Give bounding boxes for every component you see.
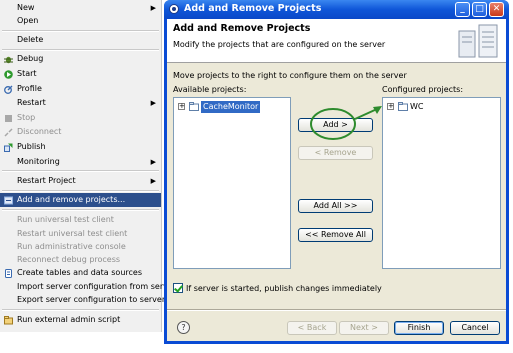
project-icon [189,102,199,111]
eclipse-icon [169,4,179,14]
menu-separator [2,170,159,172]
menu-item-publish[interactable]: Publish [0,140,161,154]
project-name: CacheMonitor [201,101,261,113]
menu-item-run-universal-test-client[interactable]: Run universal test client [0,213,161,227]
disconnect-icon [4,128,13,137]
cancel-button[interactable]: Cancel [450,321,500,335]
menu-item-profile[interactable]: Profile [0,82,161,96]
remove-button[interactable]: < Remove [298,146,373,160]
next-button[interactable]: Next > [339,321,389,335]
menu-item-start[interactable]: Start [0,67,161,81]
menu-item-label: Reconnect debug process [17,255,121,264]
menu-item-label: Run external admin script [17,315,121,324]
menu-item-run-administrative-console[interactable]: Run administrative console [0,240,161,254]
menu-item-label: Restart Project [17,176,76,185]
menu-item-restart-universal-test-client[interactable]: Restart universal test client [0,227,161,241]
submenu-arrow-icon: ▶ [150,4,156,12]
menu-item-monitoring[interactable]: Monitoring ▶ [0,155,161,169]
maximize-button[interactable]: □ [472,2,487,17]
dialog-client-area: Add and Remove Projects Modify the proje… [167,19,506,341]
submenu-arrow-icon: ▶ [150,177,156,185]
menu-item-label: Open [17,16,39,25]
menu-item-stop[interactable]: Stop [0,111,161,125]
menu-item-run-external-admin-script[interactable]: Run external admin script [0,313,161,327]
available-projects-list[interactable]: + CacheMonitor [173,97,291,269]
configured-projects-list[interactable]: + WC [382,97,501,269]
profile-icon [4,85,13,94]
menu-item-label: Monitoring [17,157,60,166]
submenu-arrow-icon: ▶ [150,158,156,166]
menu-item-label: Start [17,69,37,78]
minimize-button[interactable]: _ [455,2,470,17]
menu-separator [2,49,159,51]
menu-item-label: Delete [17,35,44,44]
available-projects-label: Available projects: [173,85,247,94]
wizard-title: Add and Remove Projects [173,23,311,34]
add-remove-projects-icon [4,196,13,205]
menu-item-reconnect-debug-process[interactable]: Reconnect debug process [0,253,161,267]
add-all-button[interactable]: Add All >> [298,199,373,213]
remove-all-button[interactable]: << Remove All [298,228,373,242]
publish-icon [4,143,13,152]
expand-icon[interactable]: + [178,103,185,110]
menu-separator [2,209,159,211]
menu-item-label: Create tables and data sources [17,268,142,277]
project-name: WC [410,102,424,111]
menu-item-label: Add and remove projects... [17,195,126,204]
help-icon[interactable]: ? [177,321,190,334]
highlight-annotation [310,106,382,140]
menu-separator [2,30,159,32]
finish-button[interactable]: Finish [394,321,444,335]
add-remove-projects-dialog: Add and Remove Projects _ □ ✕ Add and Re… [164,0,509,344]
menu-item-create-tables[interactable]: Create tables and data sources [0,266,161,280]
menu-item-label: Run administrative console [17,242,126,251]
admin-script-icon [4,316,13,325]
database-icon [5,269,12,278]
menu-item-delete[interactable]: Delete [0,33,161,47]
menu-item-label: Restart universal test client [17,229,128,238]
menu-item-label: Import server configuration from server [17,282,177,291]
project-icon [398,102,408,111]
list-item[interactable]: + CacheMonitor [178,101,288,113]
submenu-arrow-icon: ▶ [150,99,156,107]
back-button[interactable]: < Back [287,321,337,335]
configured-projects-label: Configured projects: [382,85,464,94]
menu-item-label: New [17,3,35,12]
menu-item-debug[interactable]: Debug [0,52,161,66]
dialog-titlebar[interactable]: Add and Remove Projects _ □ ✕ [164,0,509,19]
context-menu: New ▶ Open Delete Debug Start Profile Re… [0,0,176,332]
menu-item-label: Restart [17,98,46,107]
menu-item-label: Debug [17,54,44,63]
menu-item-open[interactable]: Open [0,14,161,28]
menu-separator [2,309,159,311]
menu-item-import-server-configuration[interactable]: Import server configuration from server [0,280,176,294]
instruction-text: Move projects to the right to configure … [173,71,407,80]
menu-item-new[interactable]: New ▶ [0,1,161,15]
menu-item-label: Run universal test client [17,215,114,224]
menu-item-label: Profile [17,84,42,93]
menu-item-label: Stop [17,113,36,122]
dialog-title: Add and Remove Projects [184,3,322,14]
publish-immediately-label: If server is started, publish changes im… [186,284,382,293]
close-button[interactable]: ✕ [489,2,504,17]
debug-bug-icon [4,56,13,64]
server-graphic-icon [458,24,498,58]
menu-item-export-server-configuration[interactable]: Export server configuration to server [0,293,165,307]
footer-divider [167,309,506,311]
list-item[interactable]: + WC [387,101,497,113]
menu-separator [2,190,159,192]
publish-immediately-checkbox[interactable] [173,283,183,293]
menu-item-restart-project[interactable]: Restart Project ▶ [0,174,161,188]
menu-item-restart[interactable]: Restart ▶ [0,96,161,110]
wizard-subtitle: Modify the projects that are configured … [173,40,386,49]
wizard-header: Add and Remove Projects Modify the proje… [167,19,506,63]
start-run-icon [4,70,13,79]
stop-icon [5,115,12,122]
menu-item-label: Export server configuration to server [17,295,166,304]
menu-item-label: Publish [17,142,46,151]
menu-item-add-remove-projects[interactable]: Add and remove projects... [0,193,161,207]
menu-item-disconnect[interactable]: Disconnect [0,125,161,139]
menu-item-label: Disconnect [17,127,62,136]
